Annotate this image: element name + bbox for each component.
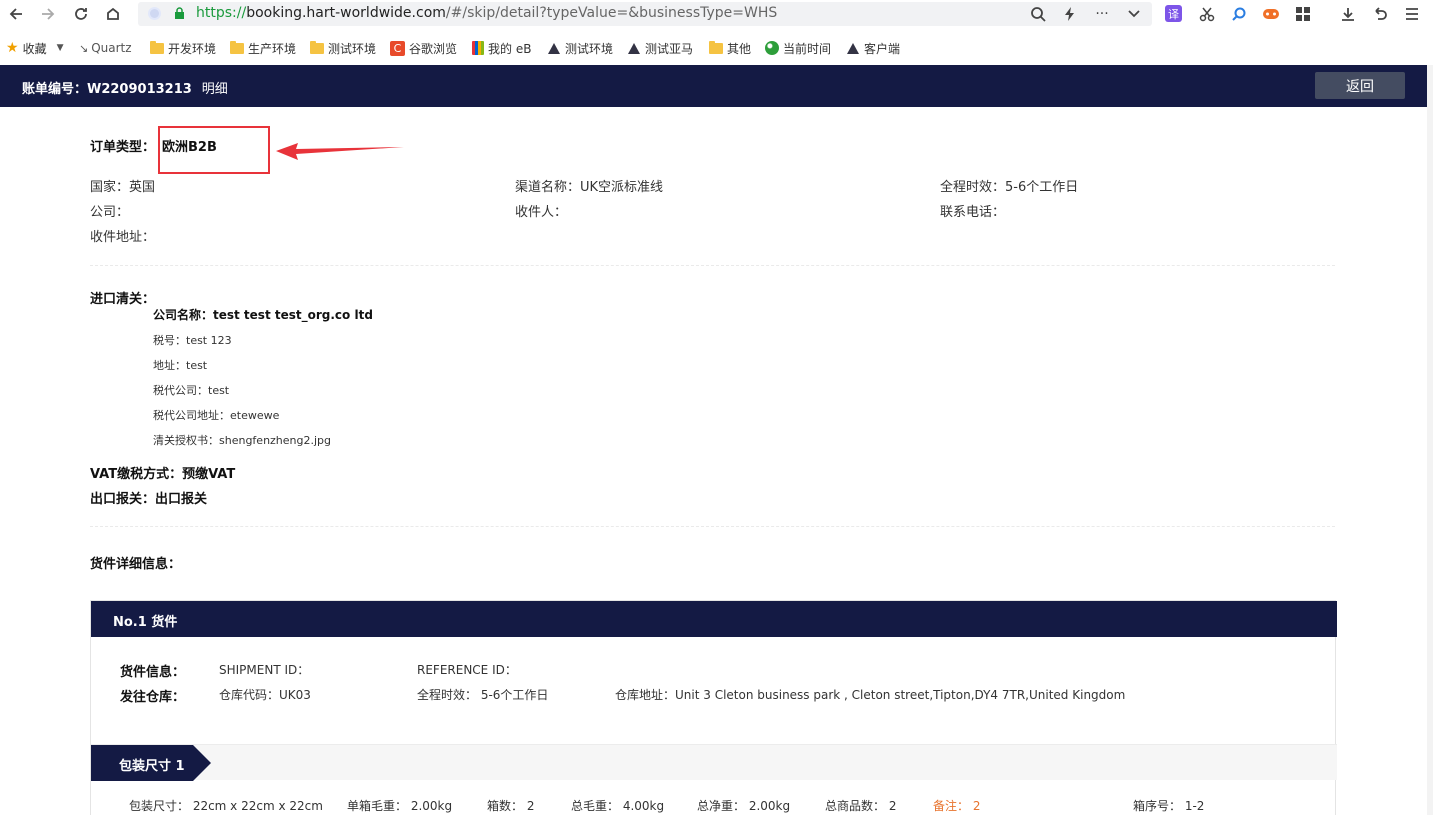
lightning-icon[interactable] <box>1060 5 1080 23</box>
apps-grid-icon[interactable] <box>1293 4 1313 24</box>
star-icon: ★ <box>6 40 19 56</box>
home-icon[interactable] <box>102 4 124 24</box>
hart-logo-icon <box>548 42 560 54</box>
folder-icon <box>150 40 164 54</box>
bookmark-client[interactable]: 客户端 <box>847 39 900 57</box>
order-type-label: 订单类型： <box>90 140 156 155</box>
ball-icon <box>765 41 779 55</box>
folder-icon <box>310 40 324 54</box>
import-customs-title: 进口清关： <box>90 292 156 307</box>
divider <box>90 526 1335 527</box>
back-arrow-icon[interactable] <box>5 4 27 24</box>
goods-section-title: 货件详细信息： <box>90 557 182 572</box>
address-field: 收件地址： <box>90 230 156 245</box>
total-items: 总商品数： 2 <box>825 799 897 813</box>
eta-field: 全程时效：5-6个工作日 <box>940 180 1079 195</box>
page-title: 账单编号：W2209013213 明细 <box>22 82 228 97</box>
reference-id: REFERENCE ID： <box>417 663 517 677</box>
shopping-bag-icon <box>472 41 484 55</box>
package-size: 包装尺寸： 22cm x 22cm x 22cm <box>129 799 323 813</box>
country-field: 国家：英国 <box>90 180 156 195</box>
reload-icon[interactable] <box>70 4 92 24</box>
receiver-field: 收件人： <box>515 205 568 220</box>
bookmark-dev-env[interactable]: 开发环境 <box>150 39 216 57</box>
shipment-id: SHIPMENT ID： <box>219 663 310 677</box>
bookmark-favorites[interactable]: ★ 收藏 ▼ <box>6 39 64 57</box>
total-gross-weight: 总毛重： 4.00kg <box>571 799 665 813</box>
bookmark-ebay[interactable]: 我的 eB <box>472 39 531 57</box>
shipment-panel-title: No.1 货件 <box>91 601 1337 637</box>
warehouse-eta: 全程时效： 5-6个工作日 <box>417 688 549 702</box>
address-bar[interactable]: https://booking.hart-worldwide.com/#/ski… <box>138 2 1152 26</box>
chevron-down-icon[interactable] <box>1124 5 1144 23</box>
customs-tax-agent-address: 税代公司地址：etewewe <box>153 409 280 422</box>
customs-company-name: 公司名称：test test test_org.co ltd <box>153 308 373 322</box>
bookmark-test-amazon[interactable]: 测试亚马 <box>628 39 693 57</box>
bookmark-google[interactable]: C 谷歌浏览 <box>390 39 457 57</box>
customs-tax-agent: 税代公司：test <box>153 384 230 397</box>
warehouse-address: 仓库地址：Unit 3 Cleton business park , Cleto… <box>615 688 1126 702</box>
warehouse-code: 仓库代码：UK03 <box>219 688 311 702</box>
customs-auth-letter[interactable]: 清关授权书：shengfenzheng2.jpg <box>153 432 331 448</box>
browser-toolbar: https://booking.hart-worldwide.com/#/ski… <box>0 0 1433 29</box>
phone-field: 联系电话： <box>940 205 1006 220</box>
highlight-box <box>158 126 270 174</box>
export-declaration: 出口报关：出口报关 <box>90 492 208 507</box>
box-sequence: 箱序号： 1-2 <box>1133 799 1205 813</box>
remark: 备注： 2 <box>933 799 981 813</box>
bookmark-prod-env[interactable]: 生产环境 <box>230 39 296 57</box>
folder-icon <box>709 40 723 54</box>
bookmark-quartz[interactable]: ↘ Quartz <box>79 39 132 57</box>
bookmark-test-env[interactable]: 测试环境 <box>310 39 376 57</box>
back-button[interactable]: 返回 <box>1315 72 1405 99</box>
lock-icon <box>175 7 184 19</box>
box-count: 箱数： 2 <box>487 799 535 813</box>
search-icon[interactable] <box>1028 5 1048 23</box>
scrollbar[interactable] <box>1427 65 1433 815</box>
forward-arrow-icon[interactable] <box>37 4 59 24</box>
caret-down-icon: ▼ <box>56 43 64 53</box>
translate-icon[interactable]: 译 <box>1165 5 1182 22</box>
gamepad-icon[interactable] <box>1261 4 1281 24</box>
bookmark-current-time[interactable]: 当前时间 <box>765 39 831 57</box>
package-tab[interactable]: 包装尺寸 1 <box>91 745 211 781</box>
annotation-arrow-icon <box>276 143 404 160</box>
scissors-icon[interactable] <box>1197 4 1217 24</box>
quartz-icon: ↘ <box>79 41 89 55</box>
channel-field: 渠道名称：UK空派标准线 <box>515 180 664 195</box>
more-icon[interactable]: ··· <box>1092 5 1112 23</box>
download-icon[interactable] <box>1338 4 1358 24</box>
bookmark-other[interactable]: 其他 <box>709 39 751 57</box>
menu-icon[interactable] <box>1402 4 1422 24</box>
bookmark-test-env-2[interactable]: 测试环境 <box>548 39 613 57</box>
divider <box>90 265 1335 266</box>
total-net-weight: 总净重： 2.00kg <box>697 799 791 813</box>
magnifier-ext-icon[interactable] <box>1229 4 1249 24</box>
hart-logo-icon <box>847 42 859 54</box>
folder-icon <box>230 40 244 54</box>
vat-method: VAT缴税方式：预缴VAT <box>90 467 236 482</box>
shield-icon <box>148 7 161 20</box>
customs-tax-no: 税号：test 123 <box>153 334 232 347</box>
shipment-panel: No.1 货件 货件信息： SHIPMENT ID： REFERENCE ID：… <box>90 600 1337 815</box>
bookmarks-bar: ★ 收藏 ▼ ↘ Quartz 开发环境 生产环境 测试环境 C 谷歌浏览 我的… <box>0 34 1433 62</box>
warehouse-label: 发往仓库： <box>120 690 186 705</box>
c-logo-icon: C <box>390 40 405 56</box>
hart-logo-icon <box>628 42 640 54</box>
undo-icon[interactable] <box>1370 4 1390 24</box>
box-gross-weight: 单箱毛重： 2.00kg <box>347 799 453 813</box>
company-field: 公司： <box>90 205 130 220</box>
shipment-info-label: 货件信息： <box>120 665 186 680</box>
customs-address: 地址：test <box>153 359 208 372</box>
page-header: 账单编号：W2209013213 明细 返回 <box>0 65 1427 107</box>
package-tab-strip: 包装尺寸 1 <box>91 744 1337 781</box>
url-text: https://booking.hart-worldwide.com/#/ski… <box>196 5 778 21</box>
